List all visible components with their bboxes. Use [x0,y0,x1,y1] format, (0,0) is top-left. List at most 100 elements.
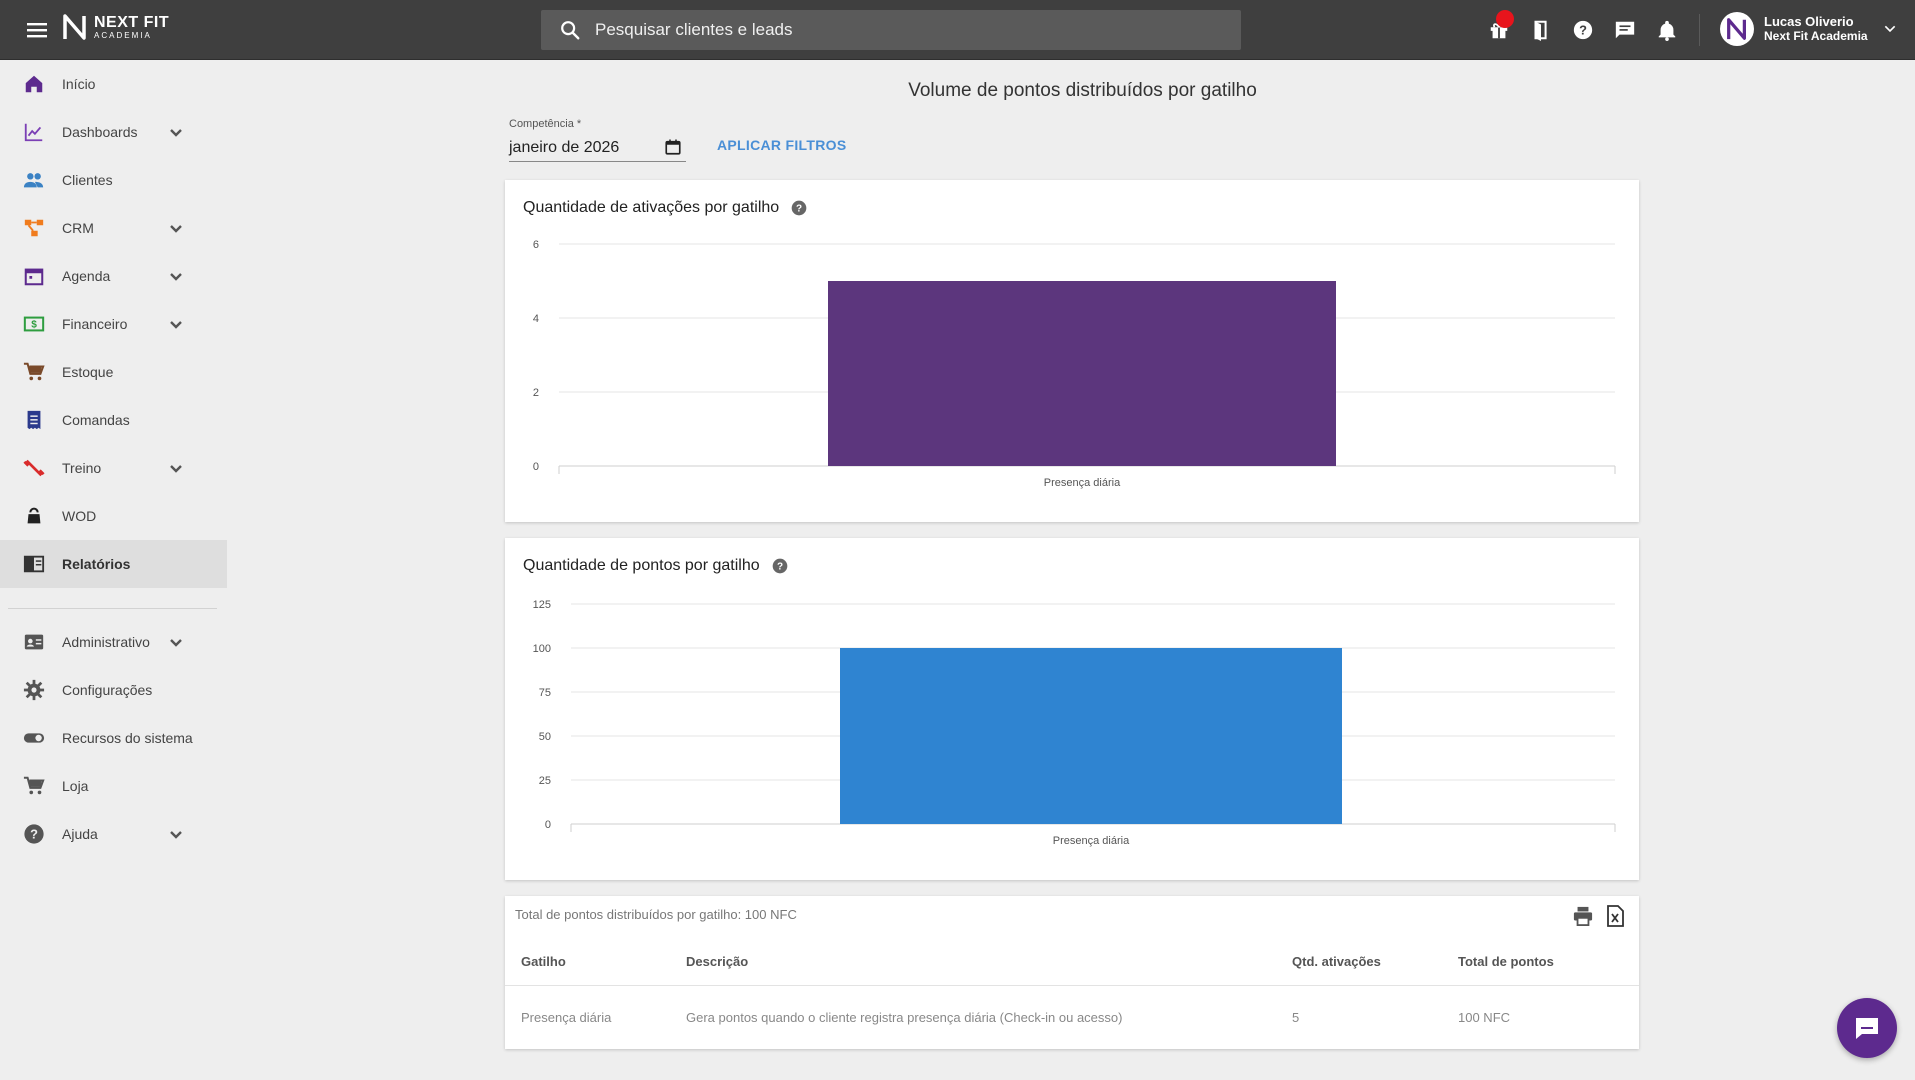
y-tick-label: 0 [533,461,539,473]
sidebar-item-administrativo[interactable]: Administrativo [0,618,227,666]
table-actions [1571,904,1627,928]
print-icon[interactable] [1571,904,1595,928]
sidebar-item-label: Treino [62,460,102,476]
logo-text: NEXT FIT [94,13,170,31]
cell-qtd-ativacoes: 5 [1292,1010,1300,1025]
sidebar-item-estoque[interactable]: Estoque [0,348,227,396]
chat-bubble-icon [1856,1018,1878,1039]
chat-message-icon[interactable] [1604,0,1646,60]
page-title: Volume de pontos distribuídos por gatilh… [908,80,1257,101]
receipt-icon [22,408,46,432]
gear-icon [22,678,46,702]
y-tick-label: 100 [533,643,551,655]
sidebar-item-label: Ajuda [62,826,98,842]
svg-text:?: ? [1579,23,1587,38]
sidebar-item-dashboards[interactable]: Dashboards [0,108,227,156]
sidebar-item-inicio[interactable]: Início [0,60,227,108]
sidebar-item-comandas[interactable]: Comandas [0,396,227,444]
id-card-icon [22,630,46,654]
sidebar-item-relatorios[interactable]: Relatórios [0,540,227,588]
user-name: Lucas Oliverio [1764,13,1854,29]
crm-icon [22,216,46,240]
y-tick-label: 2 [533,387,539,399]
help-icon: ? [22,822,46,846]
sidebar-divider [8,608,217,609]
cart-icon [22,360,46,384]
table-summary: Total de pontos distribuídos por gatilho… [515,907,797,922]
y-tick-label: 50 [539,731,551,743]
header-total-pontos[interactable]: Total de pontos [1458,954,1554,969]
chevron-down-icon[interactable] [164,456,188,480]
search-input[interactable] [595,20,1241,40]
gift-icon[interactable] [1478,0,1520,60]
sidebar-item-clientes[interactable]: Clientes [0,156,227,204]
logo-subtext: ACADEMIA [94,30,152,40]
sidebar-item-label: WOD [62,508,97,524]
points-table-card: Total de pontos distribuídos por gatilho… [505,896,1639,1049]
y-tick-label: 125 [533,599,551,611]
sidebar-item-label: Recursos do sistema [62,730,193,746]
hamburger-menu-icon[interactable] [22,18,52,42]
sidebar-item-agenda[interactable]: Agenda [0,252,227,300]
bar[interactable] [828,281,1336,466]
chevron-down-icon[interactable] [164,312,188,336]
chevron-down-icon[interactable] [164,120,188,144]
y-tick-label: 4 [533,313,539,325]
competencia-date-input[interactable]: janeiro de 2026 [509,134,686,162]
calendar-icon[interactable] [664,138,682,156]
sidebar-item-financeiro[interactable]: $ Financeiro [0,300,227,348]
competencia-label: Competência * [509,118,582,130]
sidebar-item-ajuda[interactable]: ? Ajuda [0,810,227,858]
excel-export-icon[interactable] [1603,904,1627,928]
sidebar-item-label: CRM [62,220,94,236]
sidebar: Início Dashboards Clientes CRM Agenda $ Financ… [0,60,228,1080]
header-qtd-ativacoes[interactable]: Qtd. ativações [1292,954,1381,969]
sidebar-item-treino[interactable]: Treino [0,444,227,492]
home-icon [22,72,46,96]
cell-total-pontos: 100 NFC [1458,1010,1511,1025]
help-circle-icon[interactable]: ? [1562,0,1604,60]
activations-bar-chart: 0 2 4 6 Presença diária [533,239,1616,489]
activations-chart-card: Quantidade de ativações por gatilho ? 02… [505,180,1639,522]
table-header: Gatilho Descrição Qtd. ativações Total d… [505,936,1639,986]
points-bar-chart: 0 25 50 75 100 125 Presença diária [533,599,1616,847]
sidebar-item-configuracoes[interactable]: Configurações [0,666,227,714]
sidebar-item-crm[interactable]: CRM [0,204,227,252]
support-chat-button[interactable] [1837,998,1897,1058]
top-actions: ? [1478,0,1688,60]
chevron-down-icon[interactable] [164,822,188,846]
people-icon [22,168,46,192]
avatar [1720,12,1754,46]
next-fit-logo[interactable]: NEXT FIT ACADEMIA [62,13,169,41]
user-menu[interactable]: Lucas Oliverio Next Fit Academia [1720,12,1898,46]
chevron-down-icon[interactable] [164,264,188,288]
cell-descricao: Gera pontos quando o cliente registra pr… [686,1010,1123,1025]
sidebar-item-label: Administrativo [62,634,150,650]
calendar-icon [22,264,46,288]
sidebar-item-label: Agenda [62,268,111,284]
x-category-label: Presença diária [1053,835,1130,847]
cell-gatilho: Presença diária [521,1010,612,1025]
bell-icon[interactable] [1646,0,1688,60]
chart-line-icon [22,120,46,144]
chevron-down-icon[interactable] [164,216,188,240]
sidebar-item-label: Configurações [62,682,153,698]
sidebar-item-label: Comandas [62,412,130,428]
dumbbell-icon [22,456,46,480]
svg-text:?: ? [30,827,38,842]
search-bar[interactable] [541,10,1241,50]
top-bar: NEXT FIT ACADEMIA ? [0,0,1915,60]
bar[interactable] [840,648,1342,824]
sidebar-item-wod[interactable]: WOD [0,492,227,540]
sidebar-item-loja[interactable]: Loja [0,762,227,810]
apply-filters-button[interactable]: APLICAR FILTROS [717,137,846,153]
sidebar-item-label: Relatórios [62,556,131,572]
door-exit-icon[interactable] [1520,0,1562,60]
header-descricao[interactable]: Descrição [686,954,748,969]
header-gatilho[interactable]: Gatilho [521,954,566,969]
chevron-down-icon[interactable] [164,630,188,654]
table-row: Presença diária Gera pontos quando o cli… [505,987,1639,1049]
sidebar-item-recursos-do-sistema[interactable]: Recursos do sistema [0,714,227,762]
points-chart-card: Quantidade de pontos por gatilho ? 0 25 50… [505,538,1639,880]
toggle-icon [22,726,46,750]
